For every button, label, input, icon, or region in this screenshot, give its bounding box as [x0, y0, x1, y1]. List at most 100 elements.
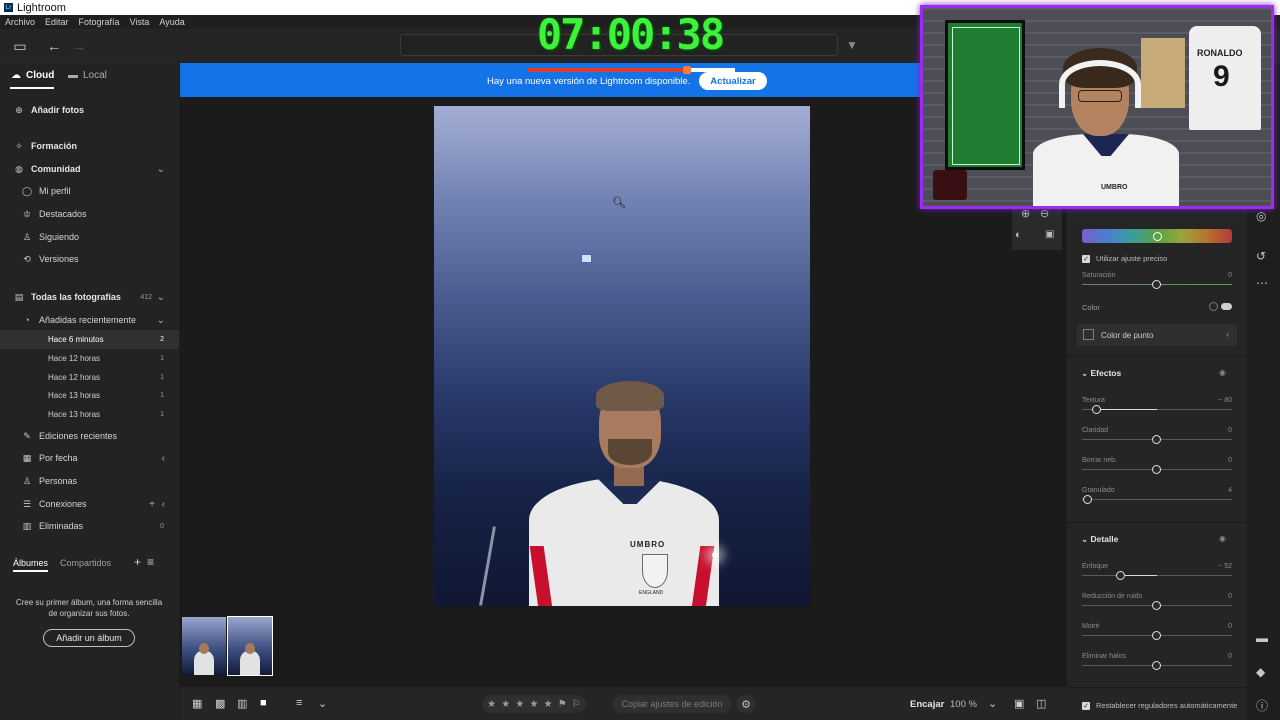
main-photo[interactable]: UMBRO ENGLAND — [434, 106, 810, 606]
precise-adjust-checkbox[interactable]: ✓ Utilizar ajuste preciso — [1082, 254, 1167, 263]
checkbox-checked-icon[interactable]: ✓ — [1082, 254, 1090, 263]
toggle-icon[interactable]: ◐ — [1015, 229, 1022, 241]
rating-stars[interactable]: ★ ★ ★ ★ ★ ⚑ ⚐ — [482, 695, 586, 713]
color-toggle[interactable] — [1221, 303, 1232, 310]
checkbox-checked-icon[interactable]: ✓ — [1082, 701, 1090, 710]
sidebar-item-community[interactable]: ◍ Comunidad ⌄ — [0, 159, 179, 179]
sidebar-item-recent-edits[interactable]: ✎ Ediciones recientes — [0, 426, 179, 446]
slider-knob[interactable] — [1152, 465, 1161, 474]
texture-slider[interactable]: Textura − 80 — [1082, 397, 1232, 421]
comment-icon[interactable]: ▬ — [1256, 631, 1268, 645]
slider-track[interactable] — [1082, 499, 1232, 500]
detail-view-icon[interactable]: ■ — [260, 697, 267, 709]
list-item[interactable]: Hace 13 horas 1 — [0, 386, 179, 405]
sidebar-item-my-profile[interactable]: ◯ Mi perfil — [0, 181, 179, 201]
menu-editar[interactable]: Editar — [40, 17, 74, 27]
effects-section-header[interactable]: ⌄ Efectos — [1081, 368, 1121, 379]
chevron-down-icon[interactable]: ⌄ — [318, 697, 327, 710]
slider-knob[interactable] — [1152, 661, 1161, 670]
overlay-icon[interactable]: ▣ — [1045, 229, 1054, 240]
gear-icon[interactable]: ⚙ — [736, 695, 756, 713]
color-swatch[interactable] — [1209, 302, 1218, 311]
fit-button[interactable]: Encajar — [910, 699, 944, 710]
masking-icon[interactable]: ◎ — [1256, 209, 1266, 223]
tab-local[interactable]: ▬ Local — [68, 70, 107, 81]
slider-track[interactable] — [1082, 575, 1232, 576]
update-button[interactable]: Actualizar — [699, 72, 767, 90]
saturation-slider[interactable]: Saturación 0 — [1082, 272, 1232, 296]
star-icon[interactable]: ★ — [487, 699, 496, 710]
filter-icon[interactable]: ▼ — [846, 38, 858, 52]
add-photos-button[interactable]: ⊕ Añadir fotos — [0, 100, 179, 120]
flag-reject-icon[interactable]: ⚐ — [572, 699, 581, 710]
forward-arrow-icon[interactable]: → — [70, 37, 88, 55]
more-icon[interactable]: ⋯ — [1256, 276, 1268, 290]
copy-settings-button[interactable]: Copiar ajustes de edición — [612, 695, 732, 713]
sidebar-item-learn[interactable]: ✧ Formación — [0, 136, 179, 156]
menu-ayuda[interactable]: Ayuda — [154, 17, 189, 27]
history-icon[interactable]: ↺ — [1256, 249, 1266, 263]
zoom-level[interactable]: 100 % — [950, 699, 977, 710]
before-after-icon[interactable]: ▣ — [1014, 697, 1024, 710]
tab-cloud[interactable]: ☁ Cloud — [11, 70, 54, 81]
square-grid-icon[interactable]: ▩ — [215, 697, 225, 710]
panel-toggle-icon[interactable]: ▭ — [11, 37, 29, 55]
sidebar-item-people[interactable]: ♙ Personas — [0, 471, 179, 491]
point-color-button[interactable]: Color de punto ‹ — [1077, 324, 1237, 346]
slider-knob[interactable] — [1152, 631, 1161, 640]
sidebar-item-versions[interactable]: ⟲ Versiones — [0, 249, 179, 269]
detail-section-header[interactable]: ⌄ Detalle — [1081, 534, 1118, 545]
sidebar-item-following[interactable]: ♙ Siguiendo — [0, 227, 179, 247]
menu-archivo[interactable]: Archivo — [0, 17, 40, 27]
eye-icon[interactable]: ◉ — [1219, 368, 1226, 377]
clarity-slider[interactable]: Claridad 0 — [1082, 427, 1232, 451]
slider-knob[interactable] — [1152, 435, 1161, 444]
sidebar-item-all-photos[interactable]: ▤ Todas las fotografías 412 ⌄ — [0, 287, 179, 307]
chevron-down-icon[interactable]: ⌄ — [988, 697, 997, 710]
sidebar-item-recently-added[interactable]: ◔ Añadidas recientemente ⌄ — [0, 310, 179, 330]
flag-pick-icon[interactable]: ⚑ — [558, 699, 567, 710]
eye-icon[interactable]: ◉ — [1219, 534, 1226, 543]
sort-icon[interactable]: ≡ — [296, 697, 302, 709]
sidebar-item-deleted[interactable]: ▥ Eliminadas 0 — [0, 516, 179, 536]
split-view-icon[interactable]: ◫ — [1036, 697, 1046, 710]
list-item[interactable]: Hace 12 horas 1 — [0, 349, 179, 368]
sidebar-item-connections[interactable]: ☰ Conexiones + ‹ — [0, 494, 179, 514]
hue-slider-knob[interactable] — [1153, 232, 1162, 241]
sidebar-item-by-date[interactable]: ▦ Por fecha ‹ — [0, 448, 179, 468]
list-item[interactable]: Hace 13 horas 1 — [0, 405, 179, 424]
face-tag-icon[interactable] — [581, 254, 592, 263]
moire-slider[interactable]: Moiré 0 — [1082, 623, 1232, 647]
tab-albums[interactable]: Álbumes — [13, 558, 49, 572]
tag-icon[interactable]: ◆ — [1256, 665, 1265, 679]
slider-knob[interactable] — [1092, 405, 1101, 414]
sharpening-slider[interactable]: Enfoque − 52 — [1082, 563, 1232, 587]
add-album-button[interactable]: Añadir un álbum — [43, 629, 135, 647]
auto-reset-checkbox[interactable]: ✓ Restablecer reguladores automáticament… — [1082, 701, 1237, 710]
slider-knob[interactable] — [1083, 495, 1092, 504]
dehaze-slider[interactable]: Borrar neb. 0 — [1082, 457, 1232, 481]
star-icon[interactable]: ★ — [529, 699, 538, 710]
filmstrip-thumbnail[interactable] — [182, 617, 226, 675]
back-arrow-icon[interactable]: ← — [45, 37, 63, 55]
sort-icon[interactable]: ≡ — [147, 555, 154, 569]
menu-vista[interactable]: Vista — [125, 17, 155, 27]
sidebar-item-featured[interactable]: ♔ Destacados — [0, 204, 179, 224]
slider-knob[interactable] — [1116, 571, 1125, 580]
star-icon[interactable]: ★ — [544, 699, 553, 710]
noise-reduction-slider[interactable]: Reducción de ruido 0 — [1082, 593, 1232, 617]
slider-knob[interactable] — [1152, 280, 1161, 289]
plus-icon[interactable]: + — [134, 555, 141, 569]
star-icon[interactable]: ★ — [501, 699, 510, 710]
menu-fotografia[interactable]: Fotografía — [74, 17, 125, 27]
grid-view-icon[interactable]: ▦ — [192, 697, 202, 710]
list-item[interactable]: Hace 6 minutos 2 — [0, 330, 179, 349]
star-icon[interactable]: ★ — [515, 699, 524, 710]
defringe-slider[interactable]: Eliminar halos 0 — [1082, 653, 1232, 677]
plus-icon[interactable]: + — [149, 499, 155, 510]
slider-knob[interactable] — [1152, 601, 1161, 610]
info-icon[interactable]: ⓘ — [1256, 697, 1268, 714]
compare-view-icon[interactable]: ▥ — [237, 697, 247, 710]
grain-slider[interactable]: Granulado 4 — [1082, 487, 1232, 511]
tab-shared[interactable]: Compartidos — [60, 558, 111, 572]
